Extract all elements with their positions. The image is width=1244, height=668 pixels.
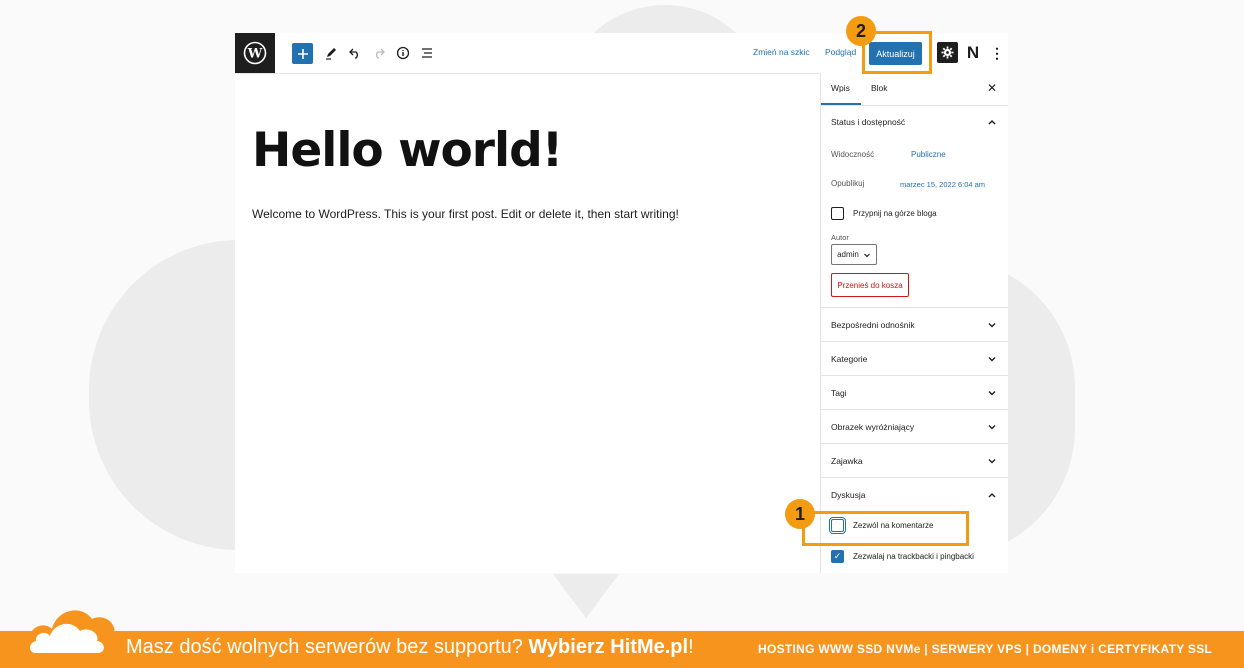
section-title: Kategorie	[831, 354, 868, 364]
list-view-icon	[422, 48, 432, 58]
chevron-down-icon	[863, 253, 870, 257]
step-badge-1: 1	[785, 499, 815, 529]
post-title[interactable]: Hello world!	[252, 123, 563, 178]
author-select[interactable]: admin	[831, 244, 877, 265]
preview-button[interactable]: Podgląd	[825, 47, 856, 57]
section-title: Zajawka	[831, 456, 863, 466]
background-pointer-shape	[553, 574, 619, 618]
section-categories-header[interactable]: Kategorie	[821, 341, 1008, 375]
undo-button[interactable]	[345, 43, 365, 63]
tab-post[interactable]: Wpis	[831, 83, 850, 93]
post-paragraph[interactable]: Welcome to WordPress. This is your first…	[252, 207, 679, 221]
wordpress-logo-icon[interactable]: W	[235, 33, 275, 73]
save-draft-button[interactable]: Zmień na szkic	[753, 47, 810, 57]
sidebar-tabs: Wpis Blok ✕	[821, 73, 1008, 106]
redo-button[interactable]	[369, 43, 389, 63]
settings-sidebar: Wpis Blok ✕ Status i dostępność Widoczno…	[820, 73, 1008, 573]
section-permalink-header[interactable]: Bezpośredni odnośnik	[821, 307, 1008, 341]
section-title: Obrazek wyróżniający	[831, 422, 915, 432]
section-tags-header[interactable]: Tagi	[821, 375, 1008, 409]
check-icon: ✓	[833, 551, 842, 561]
author-value: admin	[837, 250, 859, 259]
author-label: Autor	[831, 233, 849, 242]
visibility-value[interactable]: Publiczne	[911, 150, 946, 159]
promo-text-bold[interactable]: Wybierz HitMe.pl	[528, 636, 688, 658]
section-title: Bezpośredni odnośnik	[831, 320, 915, 330]
chevron-down-icon	[988, 391, 996, 396]
chevron-down-icon	[988, 357, 996, 362]
section-title: Dyskusja	[831, 490, 866, 500]
details-button[interactable]	[393, 43, 413, 63]
list-view-button[interactable]	[417, 43, 437, 63]
info-icon	[396, 46, 410, 60]
plus-icon	[297, 48, 308, 59]
section-featured-image-header[interactable]: Obrazek wyróżniający	[821, 409, 1008, 443]
sticky-checkbox[interactable]	[831, 207, 844, 220]
chevron-up-icon	[988, 493, 996, 498]
add-block-button[interactable]	[292, 43, 313, 64]
redo-icon	[376, 48, 385, 59]
chevron-down-icon	[988, 459, 996, 464]
plugin-n-button[interactable]: N	[965, 43, 981, 63]
options-menu-button[interactable]: ⋮	[990, 43, 1004, 63]
move-to-trash-button[interactable]: Przenieś do kosza	[831, 273, 909, 297]
step-badge-2: 2	[846, 16, 876, 46]
section-excerpt-header[interactable]: Zajawka	[821, 443, 1008, 477]
tab-block[interactable]: Blok	[871, 83, 888, 93]
undo-icon	[349, 48, 358, 59]
section-status-header[interactable]: Status i dostępność	[821, 105, 1008, 138]
sticky-label: Przypnij na górze bloga	[853, 209, 937, 218]
settings-button[interactable]	[937, 42, 958, 63]
section-title: Status i dostępność	[831, 117, 906, 127]
promo-text: Masz dość wolnych serwerów bez supportu?…	[126, 636, 694, 659]
allow-pingbacks-checkbox[interactable]: ✓	[831, 550, 844, 563]
chevron-down-icon	[988, 323, 996, 328]
section-title: Tagi	[831, 388, 847, 398]
close-icon[interactable]: ✕	[987, 81, 997, 95]
gear-icon	[941, 46, 954, 59]
visibility-label: Widoczność	[831, 150, 875, 159]
publish-date[interactable]: marzec 15, 2022 6:04 am	[900, 180, 985, 189]
tools-button[interactable]	[321, 43, 341, 63]
promo-services: HOSTING WWW SSD NVMe | SERWERY VPS | DOM…	[758, 642, 1213, 656]
publish-label: Opublikuj	[831, 179, 865, 188]
chevron-up-icon	[988, 120, 996, 125]
cloud-logo-icon	[21, 610, 123, 663]
promo-text-end: !	[688, 636, 694, 658]
highlight-allow-comments	[802, 511, 969, 546]
block-editor-window: W Zmień na szkic Podgląd Aktualizuj N ⋮ …	[235, 33, 1008, 573]
chevron-down-icon	[988, 425, 996, 430]
promo-text-regular: Masz dość wolnych serwerów bez supportu?	[126, 636, 529, 658]
allow-pingbacks-label: Zezwalaj na trackbacki i pingbacki	[853, 552, 974, 561]
pencil-icon	[326, 48, 336, 60]
svg-text:W: W	[247, 47, 263, 62]
section-discussion-header[interactable]: Dyskusja	[821, 477, 1008, 511]
